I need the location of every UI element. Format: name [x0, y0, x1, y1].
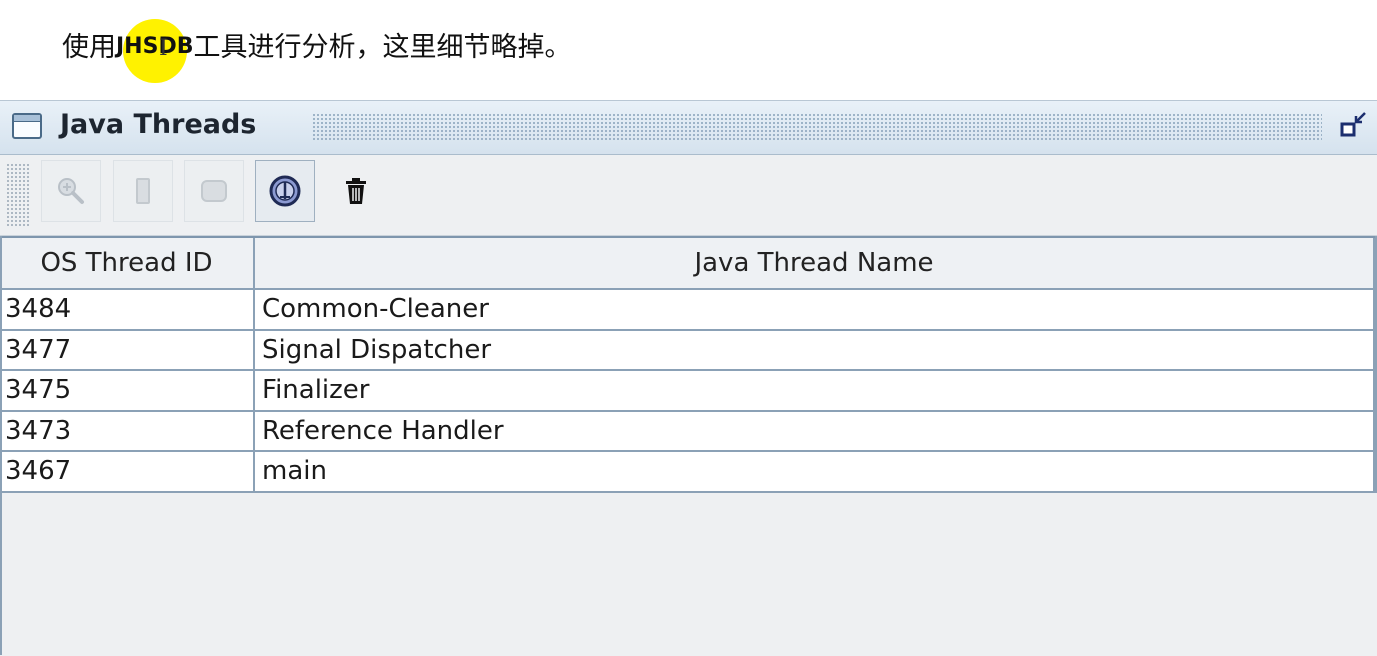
toolbar-grip[interactable]: [6, 163, 30, 227]
zoom-icon: [58, 178, 84, 204]
thread-name-cell: main: [255, 452, 1375, 491]
table-row[interactable]: 3467 main: [0, 452, 1377, 493]
thread-name-cell: Signal Dispatcher: [255, 330, 1375, 369]
threads-table: OS Thread ID Java Thread Name 3484 Commo…: [0, 236, 1377, 493]
highlight-marker: JHSDB I: [116, 18, 194, 83]
thread-id-cell: 3467: [0, 452, 255, 491]
thread-id-cell: 3484: [0, 290, 255, 329]
text-cursor-icon: I: [159, 35, 168, 61]
table-header: OS Thread ID Java Thread Name: [0, 238, 1377, 290]
stack-icon: [136, 178, 150, 204]
trash-icon: [346, 178, 366, 204]
zoom-button[interactable]: [41, 160, 101, 222]
inspect-icon: [269, 175, 301, 207]
delete-button[interactable]: [326, 160, 386, 222]
thread-name-cell: Reference Handler: [255, 411, 1375, 450]
caption-highlight: JHSDB: [116, 33, 194, 59]
table-row[interactable]: 3484 Common-Cleaner: [0, 290, 1377, 331]
table-row[interactable]: 3477 Signal Dispatcher: [0, 330, 1377, 371]
column-header-java-thread-name[interactable]: Java Thread Name: [255, 238, 1375, 288]
thread-id-cell: 3477: [0, 330, 255, 369]
caption-text: 使用 JHSDB I 工具进行分析，这里细节略掉。: [62, 18, 572, 83]
stack-button[interactable]: [113, 160, 173, 222]
caption-after: 工具进行分析，这里细节略掉。: [193, 31, 572, 63]
thread-id-cell: 3475: [0, 371, 255, 410]
thread-name-cell: Common-Cleaner: [255, 290, 1375, 329]
table-row[interactable]: 3475 Finalizer: [0, 371, 1377, 412]
caption-before: 使用: [62, 31, 116, 63]
inspect-button[interactable]: [255, 160, 315, 222]
thread-id-cell: 3473: [0, 411, 255, 450]
thread-name-cell: Finalizer: [255, 371, 1375, 410]
titlebar-grip[interactable]: [312, 113, 1322, 141]
column-header-os-thread-id[interactable]: OS Thread ID: [0, 238, 255, 288]
table-row[interactable]: 3473 Reference Handler: [0, 411, 1377, 452]
window-icon: [12, 113, 42, 139]
window-title: Java Threads: [60, 109, 257, 140]
toolbar: [0, 155, 1377, 236]
object-button[interactable]: [184, 160, 244, 222]
object-icon: [201, 180, 227, 202]
table-left-border: [0, 236, 2, 655]
restore-icon[interactable]: [1338, 110, 1370, 142]
window-titlebar[interactable]: Java Threads: [0, 101, 1377, 155]
